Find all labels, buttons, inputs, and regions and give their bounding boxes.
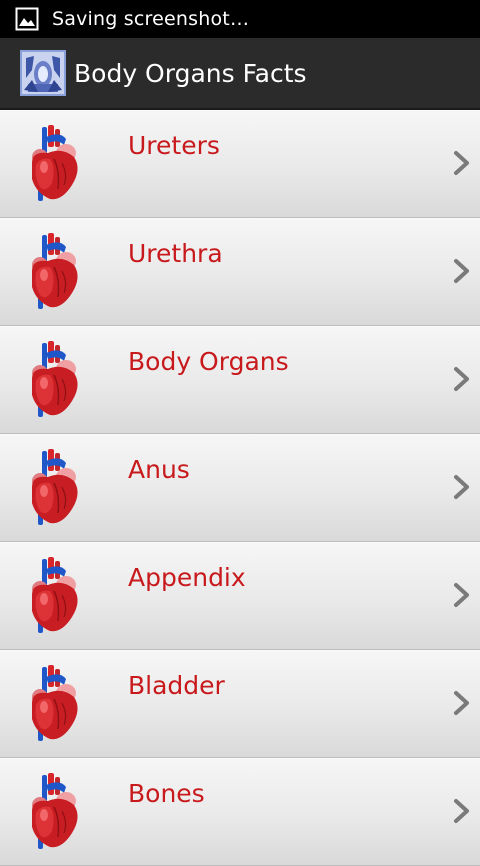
- heart-icon: [26, 555, 82, 635]
- list-item-label: Bladder: [128, 671, 225, 700]
- chevron-right-icon: [452, 365, 472, 393]
- list-item-label: Bones: [128, 779, 205, 808]
- list-item-label: Ureters: [128, 131, 220, 160]
- heart-icon: [26, 231, 82, 311]
- chevron-right-icon: [452, 689, 472, 717]
- list-item-body-organs[interactable]: Body Organs: [0, 326, 480, 434]
- list-item-label: Appendix: [128, 563, 246, 592]
- chevron-right-icon: [452, 473, 472, 501]
- list-item-ureters[interactable]: Ureters: [0, 110, 480, 218]
- chevron-right-icon: [452, 581, 472, 609]
- app-logo-icon[interactable]: [20, 50, 66, 96]
- heart-icon: [26, 123, 82, 203]
- list-item-label: Body Organs: [128, 347, 289, 376]
- list-item-label: Anus: [128, 455, 190, 484]
- list-item-bladder[interactable]: Bladder: [0, 650, 480, 758]
- list-item-anus[interactable]: Anus: [0, 434, 480, 542]
- list-item-urethra[interactable]: Urethra: [0, 218, 480, 326]
- status-notification-text: Saving screenshot…: [52, 8, 250, 30]
- image-icon: [14, 6, 40, 32]
- chevron-right-icon: [452, 797, 472, 825]
- chevron-right-icon: [452, 149, 472, 177]
- status-bar: Saving screenshot…: [0, 0, 480, 38]
- heart-icon: [26, 663, 82, 743]
- heart-icon: [26, 447, 82, 527]
- action-bar: Body Organs Facts: [0, 38, 480, 110]
- list-item-appendix[interactable]: Appendix: [0, 542, 480, 650]
- list-item-bones[interactable]: Bones: [0, 758, 480, 866]
- heart-icon: [26, 771, 82, 851]
- chevron-right-icon: [452, 257, 472, 285]
- organ-list: Ureters Urethra Body Organs Anus Appendi…: [0, 110, 480, 866]
- heart-icon: [26, 339, 82, 419]
- app-title: Body Organs Facts: [74, 58, 307, 88]
- list-item-label: Urethra: [128, 239, 223, 268]
